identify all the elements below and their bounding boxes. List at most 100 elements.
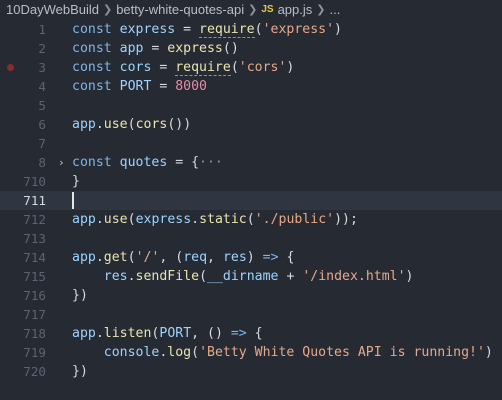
- code-line[interactable]: 717: [0, 305, 502, 324]
- code-text: app.listen(PORT, () => {: [72, 324, 263, 343]
- line-number[interactable]: 714: [0, 248, 46, 267]
- code-token: =: [151, 60, 176, 75]
- code-token: {: [278, 250, 295, 265]
- code-line[interactable]: 715 res.sendFile(__dirname + '/index.htm…: [0, 267, 502, 286]
- code-token: .: [95, 212, 104, 227]
- breadcrumb-folder-project[interactable]: betty-white-quotes-api: [116, 0, 244, 20]
- code-token: '/index.html': [302, 269, 406, 284]
- code-text: const app = express(): [72, 39, 239, 58]
- line-number[interactable]: 712: [0, 210, 46, 229]
- code-token: (: [127, 117, 136, 132]
- code-token: static: [199, 212, 247, 227]
- line-number[interactable]: 7: [0, 134, 46, 153]
- line-number[interactable]: 6: [0, 115, 46, 134]
- code-token: get: [103, 250, 128, 265]
- code-line[interactable]: 6 app.use(cors()): [0, 115, 502, 134]
- code-token: ): [286, 60, 295, 75]
- code-token: const: [72, 22, 120, 37]
- code-text: const PORT = 8000: [72, 77, 207, 96]
- line-number[interactable]: 2: [0, 39, 46, 58]
- line-number[interactable]: 719: [0, 343, 46, 362]
- code-token: }): [72, 288, 88, 303]
- code-editor[interactable]: 10DayWebBuild ❯ betty-white-quotes-api ❯…: [0, 0, 502, 400]
- code-token: .: [191, 212, 200, 227]
- code-token: app: [72, 250, 96, 265]
- code-token: '/': [135, 250, 160, 265]
- code-text: }: [72, 172, 80, 191]
- code-line[interactable]: 719 console.log('Betty White Quotes API …: [0, 343, 502, 362]
- code-line[interactable]: 720}): [0, 362, 502, 381]
- code-token: .: [95, 117, 104, 132]
- line-number[interactable]: 5: [0, 96, 46, 115]
- code-text: app.use(express.static('./public'));: [72, 210, 358, 229]
- code-token: quotes: [119, 155, 168, 170]
- code-token: app: [72, 326, 96, 341]
- code-line[interactable]: 710}: [0, 172, 502, 191]
- code-area[interactable]: 1 const express = require('express') 2 cons…: [0, 20, 502, 381]
- code-line[interactable]: 5: [0, 96, 502, 115]
- javascript-file-icon: JS: [261, 4, 274, 15]
- code-text: const quotes = {···: [72, 153, 223, 172]
- code-token: {: [246, 326, 263, 341]
- line-number[interactable]: 711: [0, 191, 46, 210]
- code-line[interactable]: 4 const PORT = 8000: [0, 77, 502, 96]
- code-text: app.use(cors()): [72, 115, 191, 134]
- code-line[interactable]: 2 const app = express(): [0, 39, 502, 58]
- code-text: res.sendFile(__dirname + '/index.html'): [72, 267, 414, 286]
- line-number[interactable]: 720: [0, 362, 46, 381]
- code-token: (): [222, 41, 239, 56]
- code-token: 8000: [175, 79, 207, 94]
- line-number[interactable]: 717: [0, 305, 46, 324]
- code-token: .: [95, 326, 104, 341]
- breadcrumb-symbols[interactable]: ...: [329, 0, 340, 20]
- code-text: const cors = require('cors'): [72, 58, 294, 77]
- line-number[interactable]: 4: [0, 77, 46, 96]
- code-line[interactable]: 711: [0, 191, 502, 210]
- code-token: =: [143, 41, 168, 56]
- line-number[interactable]: 8: [0, 153, 46, 172]
- line-number[interactable]: 710: [0, 172, 46, 191]
- code-line[interactable]: 718 app.listen(PORT, () => {: [0, 324, 502, 343]
- line-number[interactable]: 716: [0, 286, 46, 305]
- code-line[interactable]: 1 const express = require('express'): [0, 20, 502, 39]
- line-number[interactable]: 718: [0, 324, 46, 343]
- code-token: (: [191, 345, 200, 360]
- code-token: , (: [159, 250, 184, 265]
- code-line[interactable]: 3 const cors = require('cors'): [0, 58, 502, 77]
- code-line[interactable]: 712 app.use(express.static('./public'));: [0, 210, 502, 229]
- breakpoint-icon[interactable]: [7, 64, 14, 71]
- code-token: =>: [230, 326, 247, 341]
- code-token: use: [103, 117, 128, 132]
- code-token: require: [199, 22, 255, 38]
- code-line[interactable]: 8 › const quotes = {···: [0, 153, 502, 172]
- code-text: const express = require('express'): [72, 20, 342, 39]
- code-token: +: [278, 269, 303, 284]
- code-token: ()): [167, 117, 192, 132]
- code-token: cors: [119, 60, 152, 75]
- code-token: require: [175, 60, 231, 76]
- code-token: ···: [199, 155, 223, 170]
- code-token: ): [334, 22, 342, 37]
- code-line[interactable]: 716}): [0, 286, 502, 305]
- code-token: './public': [254, 212, 335, 227]
- fold-chevron-icon[interactable]: ›: [58, 153, 65, 172]
- code-line[interactable]: 7: [0, 134, 502, 153]
- code-line[interactable]: 713: [0, 229, 502, 248]
- code-token: PORT: [159, 326, 192, 341]
- breadcrumb-file[interactable]: app.js: [278, 0, 313, 20]
- code-token: app: [72, 212, 96, 227]
- line-number[interactable]: 713: [0, 229, 46, 248]
- breadcrumb-folder-root[interactable]: 10DayWebBuild: [6, 0, 99, 20]
- breadcrumb: 10DayWebBuild ❯ betty-white-quotes-api ❯…: [0, 0, 502, 20]
- code-token: express: [135, 212, 192, 227]
- line-number[interactable]: 1: [0, 20, 46, 39]
- code-token: (: [127, 250, 136, 265]
- code-token: res: [103, 269, 128, 284]
- code-token: =: [175, 22, 200, 37]
- code-token: 'cors': [238, 60, 287, 75]
- line-number[interactable]: 715: [0, 267, 46, 286]
- code-line[interactable]: 714 app.get('/', (req, res) => {: [0, 248, 502, 267]
- code-token: app: [119, 41, 144, 56]
- code-token: (: [199, 269, 208, 284]
- code-token: }: [72, 174, 80, 189]
